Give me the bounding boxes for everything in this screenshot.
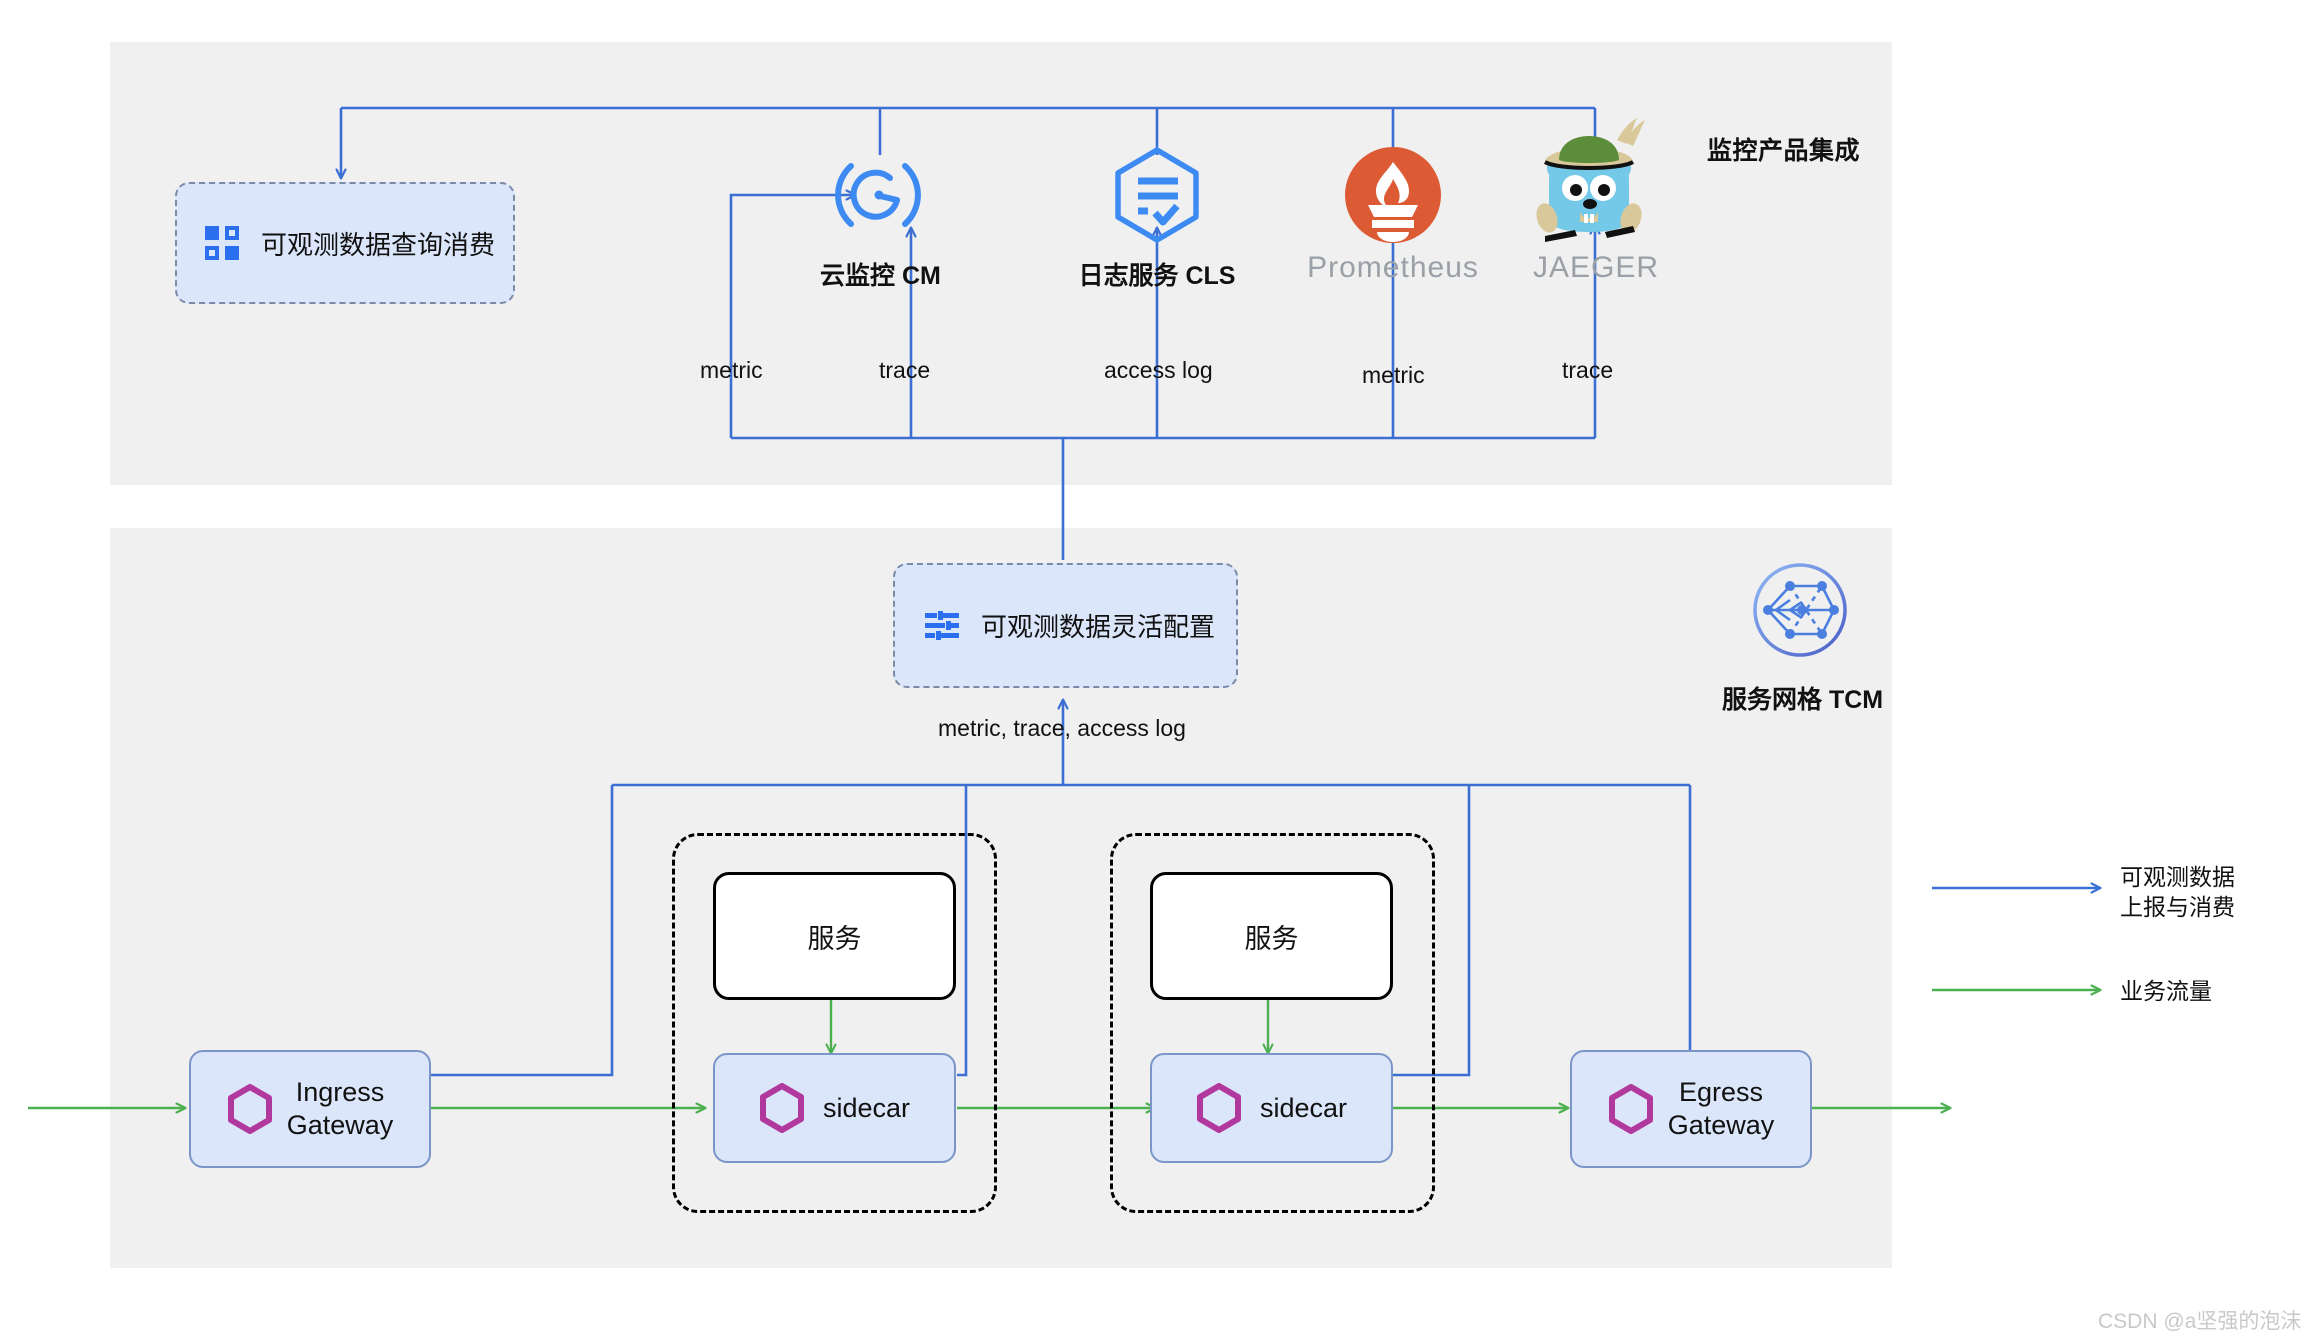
- grid-squares-icon: [205, 226, 239, 260]
- diagram-canvas: 监控产品集成 云监控 CM 日志服务 CLS Prometheus JAEGER…: [0, 0, 2306, 1340]
- egress-gateway-label-line2: Gateway: [1667, 1110, 1775, 1140]
- watermark: CSDN @a坚强的泡沫: [2098, 1310, 2302, 1333]
- tcm-mesh-circle-icon: [1753, 563, 1847, 657]
- service-mesh-panel-title: 服务网格 TCM: [1722, 686, 1884, 714]
- wire-label-config-input: metric, trace, access log: [938, 715, 1186, 741]
- legend-observability-line2: 上报与消费: [2120, 893, 2235, 920]
- observability-config-box-label: 可观测数据灵活配置: [981, 612, 1216, 642]
- service-box-2-label: 服务: [1244, 923, 1299, 954]
- product-label-jaeger: JAEGER: [1532, 251, 1660, 284]
- sidecar-box-1-label: sidecar: [822, 1092, 911, 1123]
- observability-query-box[interactable]: 可观测数据查询消费: [175, 182, 515, 304]
- hexagon-icon: [1196, 1083, 1242, 1133]
- jaeger-gopher-icon: [1536, 118, 1645, 242]
- sidecar-box-2-label: sidecar: [1259, 1092, 1348, 1123]
- legend-observability-text: 可观测数据 上报与消费: [2120, 863, 2235, 923]
- hexagon-icon: [1608, 1084, 1654, 1134]
- wire-label-cls-access-log: access log: [1104, 357, 1213, 383]
- egress-gateway[interactable]: Egress Gateway: [1570, 1050, 1812, 1168]
- product-label-cm: 云监控 CM: [820, 262, 941, 290]
- ingress-gateway-label-line2: Gateway: [286, 1110, 394, 1140]
- hexagon-icon: [759, 1083, 805, 1133]
- hexagon-icon: [227, 1084, 273, 1134]
- service-box-2[interactable]: 服务: [1150, 872, 1393, 1000]
- ingress-gateway[interactable]: Ingress Gateway: [189, 1050, 431, 1168]
- sliders-icon: [925, 610, 959, 641]
- ingress-gateway-label-line1: Ingress: [295, 1077, 385, 1108]
- legend-observability-line1: 可观测数据: [2120, 864, 2235, 890]
- sidecar-box-2[interactable]: sidecar: [1150, 1053, 1393, 1163]
- wire-label-cm-trace: trace: [879, 357, 931, 383]
- wire-label-jaeger-trace: trace: [1562, 357, 1614, 383]
- egress-gateway-label-line1: Egress: [1678, 1077, 1764, 1108]
- wire-label-prometheus-metric: metric: [1362, 362, 1425, 388]
- legend-traffic-text: 业务流量: [2120, 978, 2212, 1004]
- sidecar-box-1[interactable]: sidecar: [713, 1053, 956, 1163]
- prometheus-logo-icon: [1345, 147, 1441, 243]
- observability-config-box[interactable]: 可观测数据灵活配置: [893, 563, 1238, 688]
- service-box-1-label: 服务: [807, 923, 862, 954]
- product-label-cls: 日志服务 CLS: [1078, 262, 1236, 290]
- cls-hexagon-doc-icon: [1115, 147, 1199, 243]
- service-box-1[interactable]: 服务: [713, 872, 956, 1000]
- product-label-prometheus: Prometheus: [1307, 251, 1479, 284]
- wire-label-cm-metric: metric: [700, 357, 763, 383]
- observability-query-box-label: 可观测数据查询消费: [261, 229, 496, 260]
